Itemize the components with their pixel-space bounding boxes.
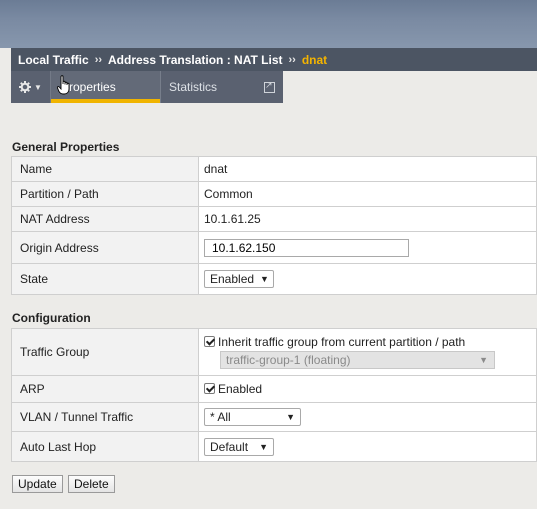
state-select[interactable]: Enabled ▼ — [204, 270, 274, 288]
name-label: Name — [11, 156, 199, 182]
breadcrumb-local-traffic[interactable]: Local Traffic — [18, 53, 89, 67]
traffic-group-select-value: traffic-group-1 (floating) — [226, 353, 351, 367]
origin-address-cell — [198, 231, 537, 264]
arp-enabled-checkbox[interactable] — [204, 383, 215, 394]
popout-icon[interactable] — [264, 80, 275, 93]
tab-bar: ▼ Properties Statistics — [11, 71, 283, 103]
hand-cursor-icon — [57, 75, 70, 95]
vlan-tunnel-label: VLAN / Tunnel Traffic — [11, 402, 199, 432]
delete-button[interactable]: Delete — [68, 475, 115, 493]
state-label: State — [11, 263, 199, 295]
table-row: VLAN / Tunnel Traffic * All ▼ — [11, 402, 537, 432]
tab-statistics-label: Statistics — [169, 80, 218, 94]
arp-enabled-text: Enabled — [218, 382, 263, 396]
partition-value: Common — [198, 181, 537, 207]
update-button[interactable]: Update — [12, 475, 63, 493]
tab-statistics[interactable]: Statistics — [160, 71, 283, 103]
table-row: Origin Address — [11, 231, 537, 264]
nat-address-label: NAT Address — [11, 206, 199, 232]
traffic-group-cell: Inherit traffic group from current parti… — [198, 328, 537, 376]
auto-last-hop-select[interactable]: Default ▼ — [204, 437, 274, 456]
arp-cell: Enabled — [198, 375, 537, 403]
nat-address-value: 10.1.61.25 — [198, 206, 537, 232]
inherit-traffic-group-text: Inherit traffic group from current parti… — [218, 335, 466, 349]
auto-last-hop-label: Auto Last Hop — [11, 431, 199, 462]
partition-label: Partition / Path — [11, 181, 199, 207]
section-title-configuration: Configuration — [12, 311, 91, 325]
configuration-table: Traffic Group Inherit traffic group from… — [11, 328, 537, 462]
auto-last-hop-cell: Default ▼ — [198, 431, 537, 462]
breadcrumb: Local Traffic ›› Address Translation : N… — [11, 48, 537, 71]
chevron-down-icon: ▼ — [34, 82, 42, 92]
general-properties-table: Name dnat Partition / Path Common NAT Ad… — [11, 156, 537, 295]
origin-address-label: Origin Address — [11, 231, 199, 264]
table-row: Name dnat — [11, 156, 537, 182]
breadcrumb-current: dnat — [301, 52, 328, 67]
breadcrumb-separator: ›› — [288, 53, 296, 66]
table-row: NAT Address 10.1.61.25 — [11, 206, 537, 232]
chevron-down-icon: ▼ — [286, 412, 295, 422]
vlan-tunnel-cell: * All ▼ — [198, 402, 537, 432]
name-value: dnat — [198, 156, 537, 182]
chevron-down-icon: ▼ — [260, 274, 269, 284]
auto-last-hop-select-value: Default — [210, 439, 249, 454]
traffic-group-select: traffic-group-1 (floating) ▼ — [220, 351, 495, 369]
header-banner — [0, 0, 537, 48]
breadcrumb-nat-list[interactable]: Address Translation : NAT List — [108, 53, 282, 67]
section-title-general: General Properties — [12, 140, 120, 154]
inherit-traffic-group-checkbox[interactable] — [204, 336, 215, 347]
state-cell: Enabled ▼ — [198, 263, 537, 295]
chevron-down-icon: ▼ — [479, 355, 488, 365]
table-row: Partition / Path Common — [11, 181, 537, 207]
vlan-tunnel-select[interactable]: * All ▼ — [204, 408, 301, 426]
vlan-tunnel-select-value: * All — [210, 410, 231, 424]
origin-address-input[interactable] — [204, 238, 409, 257]
breadcrumb-separator: ›› — [94, 53, 103, 66]
table-row: State Enabled ▼ — [11, 263, 537, 295]
arp-label: ARP — [11, 375, 199, 403]
gear-menu-button[interactable]: ▼ — [11, 71, 51, 103]
table-row: Auto Last Hop Default ▼ — [11, 431, 537, 462]
chevron-down-icon: ▼ — [259, 441, 268, 452]
table-row: ARP Enabled — [11, 375, 537, 403]
gear-icon — [19, 81, 32, 93]
traffic-group-label: Traffic Group — [11, 328, 199, 376]
state-select-value: Enabled — [210, 272, 255, 286]
table-row: Traffic Group Inherit traffic group from… — [11, 328, 537, 376]
